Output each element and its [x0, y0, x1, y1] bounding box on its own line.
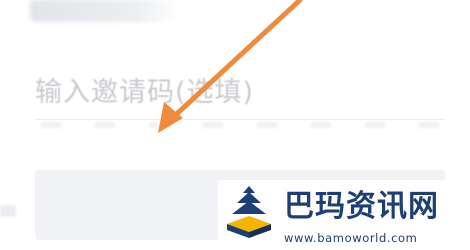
blurred-top-element — [30, 0, 180, 22]
invite-code-placeholder: 输入邀请码(选填) — [35, 77, 255, 108]
blurred-row — [40, 122, 440, 136]
watermark-url: www.bamoworld.com — [284, 231, 418, 245]
app-screen: 输入邀请码(选填) 巴玛资讯网 www.bamoworld.com — [0, 0, 470, 250]
watermark-name: 巴玛资讯网 — [284, 189, 439, 224]
watermark: 巴玛资讯网 www.bamoworld.com — [218, 180, 470, 250]
watermark-logo — [227, 186, 271, 238]
blurred-left-element — [0, 205, 16, 217]
input-underline — [35, 119, 445, 120]
